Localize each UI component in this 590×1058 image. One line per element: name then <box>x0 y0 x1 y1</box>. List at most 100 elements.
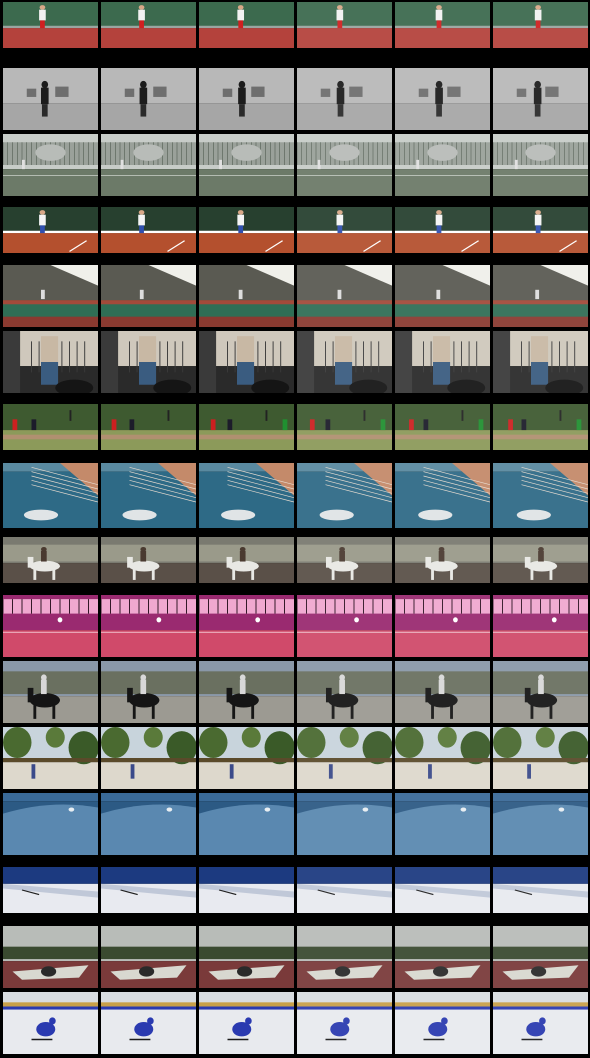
frame-image <box>199 265 294 327</box>
compression-artifact <box>395 992 490 1054</box>
player-figure <box>139 289 144 300</box>
video-frame <box>199 2 294 48</box>
court-edge <box>3 300 98 305</box>
video-frame <box>297 595 392 657</box>
compression-artifact <box>297 265 392 327</box>
compression-artifact <box>395 134 490 196</box>
frame-image <box>493 463 588 528</box>
tree <box>241 727 261 748</box>
player-figure <box>22 159 25 170</box>
background-upper <box>101 68 196 104</box>
video-frame <box>199 793 294 855</box>
video-frame <box>199 134 294 196</box>
dome-structure <box>231 144 262 161</box>
compression-artifact <box>297 404 392 450</box>
compression-artifact <box>493 595 588 657</box>
video-frame <box>199 463 294 528</box>
person-head <box>41 80 49 89</box>
fence <box>199 758 294 763</box>
video-frame <box>395 661 490 723</box>
video-frame <box>101 463 196 528</box>
video-frame <box>101 992 196 1054</box>
court-edge <box>101 300 196 305</box>
video-frame <box>101 134 196 196</box>
compression-artifact <box>395 867 490 913</box>
background-upper <box>3 867 98 884</box>
rink-banner <box>101 1002 196 1007</box>
player-head <box>138 210 145 215</box>
player-head <box>39 5 46 10</box>
frame-image <box>101 404 196 450</box>
rider-head <box>41 546 47 552</box>
rink-banner <box>199 1002 294 1007</box>
skater-head <box>49 1017 56 1025</box>
dome-structure <box>133 144 164 161</box>
video-frame <box>199 404 294 450</box>
frame-row-cricket-field-players <box>0 404 590 450</box>
video-frame <box>3 463 98 528</box>
frame-image <box>101 207 196 253</box>
video-frame <box>395 867 490 913</box>
compression-artifact <box>297 793 392 855</box>
player-legs <box>238 225 244 234</box>
compression-artifact <box>297 463 392 528</box>
rink-board <box>101 1006 196 1010</box>
frame-image <box>395 867 490 913</box>
rink-board <box>3 1006 98 1010</box>
video-frame <box>3 595 98 657</box>
horse-neck <box>27 556 34 568</box>
court-line <box>199 230 294 234</box>
frame-image <box>395 727 490 789</box>
pole <box>167 410 170 421</box>
frame-image <box>3 992 98 1054</box>
frame-image <box>395 463 490 528</box>
horse-leg <box>33 704 37 719</box>
compression-artifact <box>493 727 588 789</box>
rider-head <box>140 674 147 681</box>
compression-artifact <box>395 207 490 253</box>
video-frame <box>395 134 490 196</box>
frame-row-tennis-player-red-court <box>0 2 590 48</box>
person-upper <box>41 336 59 364</box>
player-red <box>210 419 216 431</box>
trees <box>101 946 196 960</box>
frame-image <box>297 793 392 855</box>
video-frame <box>3 2 98 48</box>
player-red <box>111 419 117 431</box>
dome-structure <box>35 144 66 161</box>
ball <box>255 617 261 623</box>
compression-artifact <box>297 207 392 253</box>
court-line <box>101 230 196 234</box>
video-frame <box>395 793 490 855</box>
background-upper <box>3 68 98 104</box>
video-frame <box>297 793 392 855</box>
video-frame <box>297 404 392 450</box>
player-legs <box>40 225 45 234</box>
background-lower <box>199 762 294 789</box>
skater-head <box>147 1017 154 1025</box>
frame-image <box>297 2 392 48</box>
tree <box>199 727 228 758</box>
frame-image <box>493 867 588 913</box>
frame-image <box>297 537 392 583</box>
frame-image <box>493 68 588 130</box>
video-frame <box>493 134 588 196</box>
frame-image <box>493 595 588 657</box>
rider-head <box>41 674 47 681</box>
rider <box>140 679 147 695</box>
video-frame <box>395 595 490 657</box>
frame-image <box>199 727 294 789</box>
video-frame <box>493 595 588 657</box>
frame-image <box>101 463 196 528</box>
video-frame <box>101 404 196 450</box>
tree <box>101 727 130 758</box>
background-upper <box>3 2 98 29</box>
frame-image <box>395 331 490 393</box>
frame-row-snow-slope-skier <box>0 867 590 913</box>
compression-artifact <box>297 727 392 789</box>
frame-image <box>493 992 588 1054</box>
compression-artifact <box>493 992 588 1054</box>
video-frame <box>493 404 588 450</box>
compression-artifact <box>395 265 490 327</box>
frame-image <box>493 926 588 988</box>
